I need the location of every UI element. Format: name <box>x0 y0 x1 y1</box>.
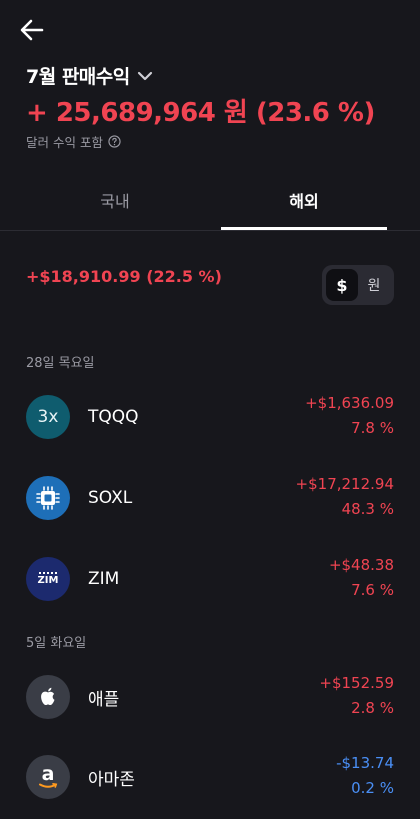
profit-percent: 2.8 % <box>351 699 394 717</box>
total-profit: + 25,689,964 원 (23.6 %) <box>26 98 375 128</box>
profit-percent: 7.8 % <box>351 419 394 437</box>
list-item[interactable]: 애플 +$152.59 2.8 % <box>0 662 420 732</box>
list-item[interactable]: 3x TQQQ +$1,636.09 7.8 % <box>0 382 420 452</box>
date-header: 28일 목요일 <box>26 356 95 371</box>
list-item[interactable]: ZIM ZIM +$48.38 7.6 % <box>0 544 420 614</box>
apple-icon <box>26 675 70 719</box>
currency-toggle: $ 원 <box>322 265 394 305</box>
zim-logo-icon: ZIM <box>26 557 70 601</box>
stock-name: 아마존 <box>88 769 135 790</box>
logo-text: a <box>41 762 55 785</box>
list-item[interactable]: SOXL +$17,212.94 48.3 % <box>0 463 420 533</box>
stock-name: TQQQ <box>88 407 139 427</box>
back-button[interactable] <box>16 14 48 46</box>
date-header: 5일 화요일 <box>26 636 87 651</box>
overseas-profit-summary: +$18,910.99 (22.5 %) <box>26 267 222 286</box>
tab-overseas[interactable]: 해외 <box>221 170 387 230</box>
profit-amount: +$152.59 <box>319 674 394 692</box>
profit-amount: +$48.38 <box>328 556 394 574</box>
tab-domestic[interactable]: 국내 <box>32 170 198 230</box>
help-icon[interactable] <box>108 135 121 148</box>
stock-name: SOXL <box>88 488 133 508</box>
chip-icon <box>26 476 70 520</box>
profit-amount: +$17,212.94 <box>295 475 394 493</box>
leveraged-3x-icon: 3x <box>26 395 70 439</box>
stock-name: 애플 <box>88 689 120 710</box>
active-tab-indicator <box>221 227 387 230</box>
profit-percent: 48.3 % <box>341 500 394 518</box>
logo-text: ZIM <box>37 575 59 586</box>
logo-text: 3x <box>37 407 59 427</box>
dollar-note: 달러 수익 포함 <box>26 132 121 151</box>
month-selector[interactable]: 7월 판매수익 <box>26 62 154 89</box>
currency-krw-button[interactable]: 원 <box>358 269 390 301</box>
chevron-down-icon <box>137 71 152 80</box>
page-title: 7월 판매수익 <box>26 66 130 88</box>
profit-amount: -$13.74 <box>336 754 394 772</box>
currency-usd-button[interactable]: $ <box>326 269 358 301</box>
profit-percent: 7.6 % <box>351 581 394 599</box>
amazon-icon: a <box>26 755 70 799</box>
arrow-left-icon <box>20 19 44 41</box>
dollar-note-text: 달러 수익 포함 <box>26 135 103 150</box>
profit-percent: 0.2 % <box>351 779 394 797</box>
profit-amount: +$1,636.09 <box>305 394 394 412</box>
market-tabs: 국내 해외 <box>0 170 420 231</box>
list-item[interactable]: a 아마존 -$13.74 0.2 % <box>0 742 420 812</box>
stock-name: ZIM <box>88 569 120 589</box>
